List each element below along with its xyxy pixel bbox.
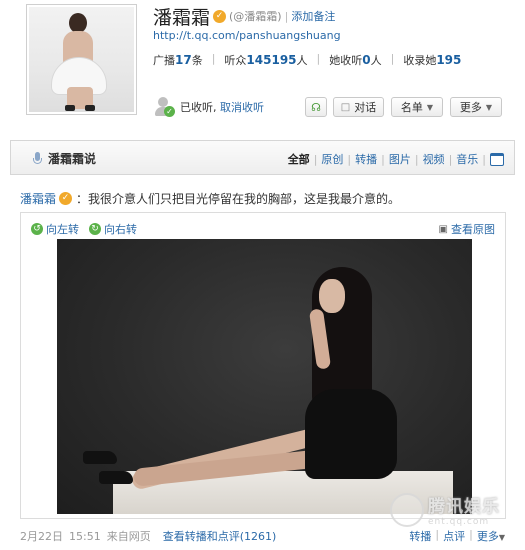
more-button-label: 更多 [459, 101, 482, 114]
broadcast-stat[interactable]: 广播17条 [153, 52, 203, 68]
filter-video[interactable]: 视频 [419, 151, 449, 167]
feed-section-bar: 潘霜霜说 全部 | 原创 | 转播 | 图片 | 视频 | 音乐 | [10, 140, 515, 175]
post-source: 来自网页 [106, 530, 151, 543]
unfollow-link[interactable]: 取消收听 [220, 101, 264, 114]
follow-status-text: 已收听 [180, 101, 213, 114]
zoom-icon: ▣ [438, 223, 448, 235]
profile-url-link[interactable]: http://t.qq.com/panshuangshuang [153, 29, 341, 42]
post-header: 潘霜霜 ✓ ：我很介意人们只把目光停留在我的胸部，这是我最介意的。 [20, 190, 400, 207]
post-photo[interactable] [57, 239, 472, 514]
followed-user-icon: ✓ [153, 96, 175, 118]
rotate-left-button[interactable]: ↺ 向左转 [31, 221, 79, 237]
more-dropdown-button[interactable]: 更多 ▼ [450, 97, 502, 117]
view-original-label: 查看原图 [451, 223, 495, 236]
chat-bubble-icon: □ [340, 101, 351, 113]
section-title: 潘霜霜说 [33, 150, 96, 167]
view-original-link[interactable]: ▣ 查看原图 [439, 221, 495, 237]
filter-music[interactable]: 音乐 [452, 151, 482, 167]
list-button-label: 名单 [400, 101, 423, 114]
profile-name-row: 潘霜霜 ✓ (@潘霜霜) | 添加备注 [153, 5, 335, 29]
profile-avatar[interactable] [26, 4, 137, 115]
post-text: ：我很介意人们只把目光停留在我的胸部，这是我最介意的。 [76, 192, 401, 206]
tencent-ent-watermark: 腾讯娱乐 ent.qq.com [390, 492, 500, 527]
add-note-link[interactable]: 添加备注 [291, 8, 335, 24]
listen-button[interactable]: ☊ [305, 97, 327, 117]
filter-all[interactable]: 全部 [284, 151, 314, 167]
chat-button-label: 对话 [354, 101, 377, 114]
divider: | [284, 9, 289, 23]
image-tools: ↺ 向左转 ↻ 向右转 [31, 221, 137, 237]
rotate-right-icon: ↻ [89, 223, 101, 235]
listeners-stat[interactable]: 听众145195人 [224, 52, 307, 68]
list-dropdown-button[interactable]: 名单 ▼ [391, 97, 443, 117]
chevron-down-icon: ▼ [426, 102, 434, 112]
chat-button[interactable]: □ 对话 [333, 97, 384, 117]
repost-button[interactable]: 转播 [409, 528, 431, 544]
post-meta: 2月22日 15:51 来自网页 查看转播和点评(1261) [20, 528, 276, 544]
post-image-card: ↺ 向左转 ↻ 向右转 ▣ 查看原图 [20, 212, 506, 519]
rotate-right-label: 向右转 [104, 223, 137, 236]
post-author-link[interactable]: 潘霜霜 [20, 190, 56, 207]
filter-images[interactable]: 图片 [385, 151, 415, 167]
calendar-icon[interactable] [490, 152, 504, 166]
post-actions: 转播 | 点评 | 更多▼ [409, 528, 505, 544]
feed-filter-tabs: 全部 | 原创 | 转播 | 图片 | 视频 | 音乐 | [284, 151, 504, 167]
view-reposts-link[interactable]: 查看转播和点评(1261) [163, 528, 277, 544]
collected-stat[interactable]: 收录她195 [403, 52, 461, 68]
post-time: 15:51 [69, 529, 101, 543]
chevron-down-icon: ▼ [485, 102, 493, 112]
verified-icon: ✓ [213, 9, 227, 23]
rotate-right-button[interactable]: ↻ 向右转 [89, 221, 137, 237]
rotate-left-label: 向左转 [46, 223, 79, 236]
watermark-logo-icon [390, 492, 424, 527]
profile-name: 潘霜霜 [153, 6, 211, 29]
rotate-left-icon: ↺ [31, 223, 43, 235]
filter-original[interactable]: 原创 [317, 151, 347, 167]
verified-icon: ✓ [59, 192, 73, 205]
microphone-icon [33, 152, 42, 165]
filter-repost[interactable]: 转播 [351, 151, 381, 167]
follow-status: ✓ 已收听, 取消收听 [153, 96, 264, 118]
profile-handle: (@潘霜霜) [229, 10, 282, 23]
post-date: 2月22日 [20, 530, 63, 543]
listening-stat[interactable]: 她收听0人 [329, 52, 381, 68]
watermark-text: 腾讯娱乐 [428, 497, 500, 517]
watermark-domain: ent.qq.com [428, 517, 490, 527]
profile-stats: 广播17条 | 听众145195人 | 她收听0人 | 收录她195 [153, 52, 462, 68]
post-more-button[interactable]: 更多▼ [477, 528, 505, 544]
comment-button[interactable]: 点评 [443, 528, 465, 544]
avatar-photo [29, 7, 134, 112]
headphones-icon: ☊ [311, 100, 321, 114]
section-title-text: 潘霜霜说 [48, 152, 97, 166]
